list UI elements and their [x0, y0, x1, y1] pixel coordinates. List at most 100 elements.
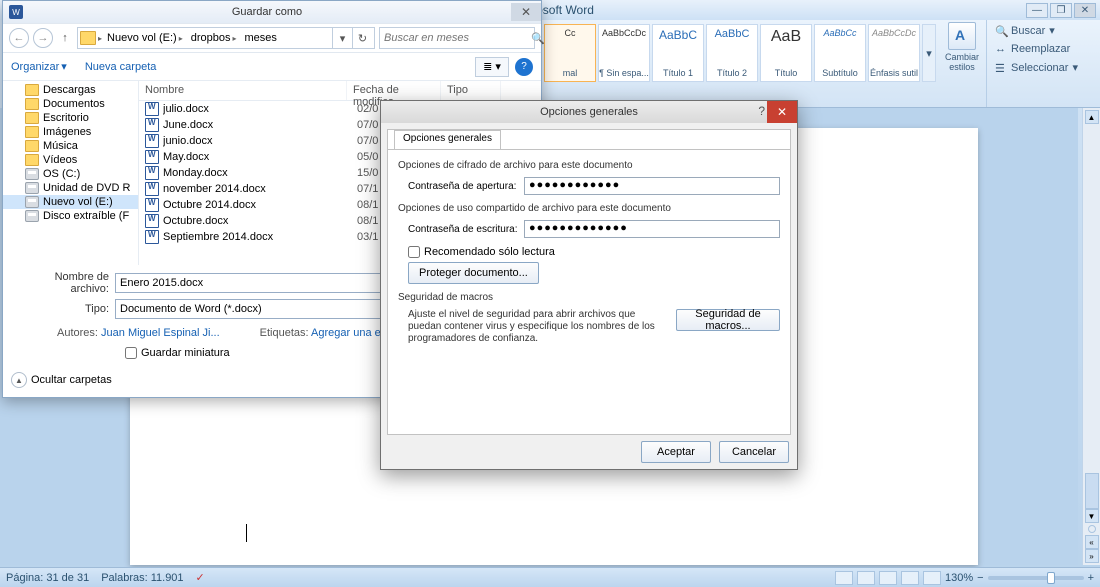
style-no-spacing[interactable]: AaBbCcDc¶ Sin espa... — [598, 24, 650, 82]
macro-security-button[interactable]: Seguridad de macros... — [676, 309, 780, 331]
open-password-label: Contraseña de apertura: — [408, 181, 518, 192]
breadcrumb-segment[interactable]: dropbos▸ — [188, 32, 240, 44]
save-thumbnail-label: Guardar miniatura — [141, 347, 230, 359]
outline-view[interactable] — [901, 571, 919, 585]
zoom-out-button[interactable]: − — [977, 572, 983, 584]
prev-page-button[interactable]: « — [1085, 535, 1099, 549]
word-doc-icon — [145, 198, 159, 212]
folder-icon — [80, 31, 96, 45]
text-cursor — [246, 524, 247, 542]
new-folder-button[interactable]: Nueva carpeta — [85, 61, 157, 73]
authors-label: Autores: — [57, 327, 98, 339]
organize-button[interactable]: Organizar ▾ — [11, 60, 67, 73]
tree-item[interactable]: OS (C:) — [3, 167, 138, 181]
styles-gallery: Ccmal AaBbCcDc¶ Sin espa... AaBbCTítulo … — [540, 20, 938, 107]
web-view[interactable] — [879, 571, 897, 585]
spell-check-icon[interactable]: ✓ — [196, 571, 205, 584]
word-app-icon: W — [9, 5, 23, 19]
replace-icon: ↔ — [995, 43, 1007, 55]
draft-view[interactable] — [923, 571, 941, 585]
word-doc-icon — [145, 166, 159, 180]
change-styles-button[interactable]: Cambiar estilos — [938, 20, 986, 107]
tags-label: Etiquetas: — [260, 327, 309, 339]
write-password-input[interactable] — [524, 220, 780, 238]
list-header[interactable]: Nombre Fecha de modifica... Tipo — [139, 81, 541, 101]
save-thumbnail-checkbox[interactable] — [125, 347, 137, 359]
folder-tree[interactable]: DescargasDocumentosEscritorioImágenesMús… — [3, 81, 139, 265]
tree-item[interactable]: Descargas — [3, 83, 138, 97]
hide-folders-toggle[interactable]: ▲ — [11, 372, 27, 388]
word-doc-icon — [145, 230, 159, 244]
restore-button[interactable]: ❐ — [1050, 3, 1072, 18]
tree-item[interactable]: Disco extraíble (F — [3, 209, 138, 223]
zoom-in-button[interactable]: + — [1088, 572, 1094, 584]
saveas-help-button[interactable]: ? — [515, 58, 533, 76]
readonly-recommend-checkbox[interactable] — [408, 246, 420, 258]
cancel-button[interactable]: Cancelar — [719, 441, 789, 463]
column-name[interactable]: Nombre — [139, 81, 347, 100]
minimize-button[interactable]: — — [1026, 3, 1048, 18]
authors-link[interactable]: Juan Miguel Espinal Ji... — [101, 327, 220, 339]
vertical-scrollbar[interactable]: ▲ ▼ « » — [1082, 108, 1100, 565]
style-heading2[interactable]: AaBbCTítulo 2 — [706, 24, 758, 82]
next-page-button[interactable]: » — [1085, 549, 1099, 563]
options-close-button[interactable]: ✕ — [767, 101, 797, 123]
scroll-thumb[interactable] — [1085, 473, 1099, 509]
open-password-input[interactable] — [524, 177, 780, 195]
scroll-down-button[interactable]: ▼ — [1085, 509, 1099, 523]
nav-forward-button[interactable]: → — [33, 28, 53, 48]
style-heading1[interactable]: AaBbCTítulo 1 — [652, 24, 704, 82]
nav-up-button[interactable]: ↑ — [57, 30, 73, 46]
tree-item[interactable]: Nuevo vol (E:) — [3, 195, 138, 209]
general-options-tab[interactable]: Opciones generales — [394, 130, 501, 150]
refresh-button[interactable]: ↻ — [352, 28, 372, 48]
tree-item[interactable]: Escritorio — [3, 111, 138, 125]
hide-folders-label[interactable]: Ocultar carpetas — [31, 374, 112, 386]
breadcrumb-segment[interactable]: meses — [242, 32, 280, 44]
tree-item[interactable]: Música — [3, 139, 138, 153]
status-bar: Página: 31 de 31 Palabras: 11.901 ✓ 130%… — [0, 567, 1100, 587]
fullscreen-view[interactable] — [857, 571, 875, 585]
folder-icon — [25, 154, 39, 166]
search-field[interactable]: 🔍 — [379, 27, 535, 49]
browse-object-button[interactable] — [1088, 525, 1096, 533]
view-options-button[interactable]: ≣ ▾ — [475, 57, 509, 77]
search-input[interactable] — [384, 32, 527, 44]
style-title[interactable]: AaBTítulo — [760, 24, 812, 82]
style-subtle-emphasis[interactable]: AaBbCcDcÉnfasis sutil — [868, 24, 920, 82]
breadcrumb-dropdown[interactable]: ▾ — [332, 28, 352, 48]
tree-item[interactable]: Vídeos — [3, 153, 138, 167]
column-date[interactable]: Fecha de modifica... — [347, 81, 441, 100]
style-subtitle[interactable]: AaBbCcSubtítulo — [814, 24, 866, 82]
word-count[interactable]: Palabras: 11.901 — [101, 572, 183, 584]
replace-button[interactable]: ↔Reemplazar — [993, 41, 1080, 57]
styles-expand-button[interactable]: ▾ — [922, 24, 936, 82]
disk-icon — [25, 168, 39, 180]
zoom-slider-thumb[interactable] — [1047, 572, 1055, 584]
zoom-level[interactable]: 130% — [945, 572, 973, 584]
protect-document-button[interactable]: Proteger documento... — [408, 262, 539, 284]
ok-button[interactable]: Aceptar — [641, 441, 711, 463]
breadcrumb[interactable]: ▸ Nuevo vol (E:)▸ dropbos▸ meses ▾ ↻ — [77, 27, 375, 49]
print-layout-view[interactable] — [835, 571, 853, 585]
save-as-close-button[interactable]: ✕ — [511, 3, 541, 21]
tree-item[interactable]: Documentos — [3, 97, 138, 111]
tree-item[interactable]: Unidad de DVD R — [3, 181, 138, 195]
folder-icon — [25, 112, 39, 124]
column-type[interactable]: Tipo — [441, 81, 501, 100]
folder-icon — [25, 126, 39, 138]
folder-icon — [25, 84, 39, 96]
scroll-up-button[interactable]: ▲ — [1085, 110, 1099, 124]
nav-back-button[interactable]: ← — [9, 28, 29, 48]
breadcrumb-segment[interactable]: Nuevo vol (E:)▸ — [104, 32, 186, 44]
page-indicator[interactable]: Página: 31 de 31 — [6, 572, 89, 584]
find-button[interactable]: 🔍Buscar ▾ — [993, 22, 1080, 39]
options-help-button[interactable]: ? — [758, 104, 765, 118]
editing-group: 🔍Buscar ▾ ↔Reemplazar ☰Seleccionar ▾ — [986, 20, 1086, 107]
zoom-slider[interactable] — [988, 576, 1084, 580]
tags-link[interactable]: Agregar una et — [311, 327, 384, 339]
select-button[interactable]: ☰Seleccionar ▾ — [993, 59, 1080, 76]
tree-item[interactable]: Imágenes — [3, 125, 138, 139]
close-button[interactable]: ✕ — [1074, 3, 1096, 18]
style-normal[interactable]: Ccmal — [544, 24, 596, 82]
